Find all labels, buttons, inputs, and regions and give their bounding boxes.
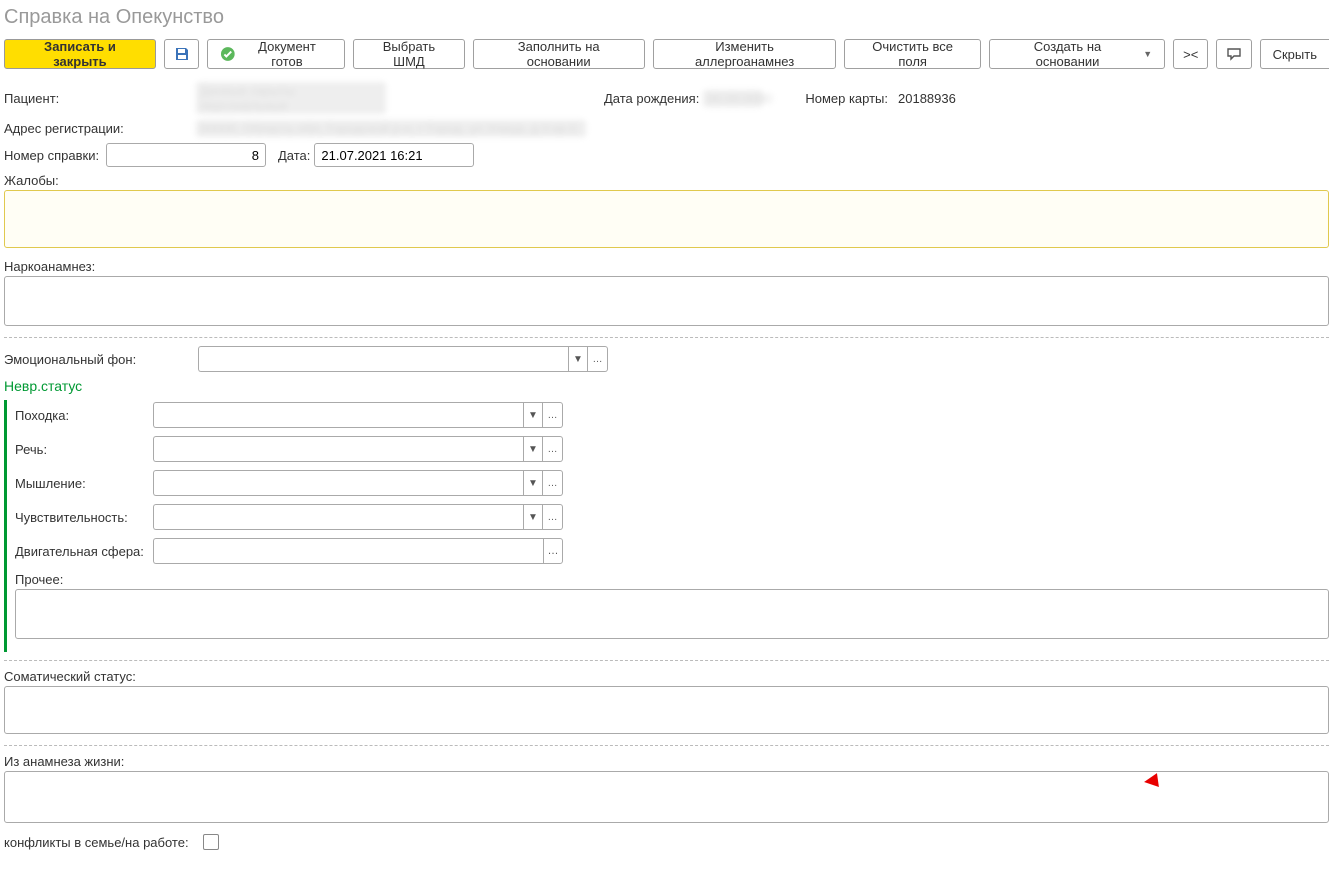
somatic-textarea[interactable] [4,686,1329,734]
emotional-input[interactable] [198,346,568,372]
chevron-down-icon: ▼ [528,444,538,455]
change-allergo-button[interactable]: Изменить аллергоанамнез [653,39,837,69]
chevron-down-icon: ▼ [528,478,538,489]
address-value: 00000, Область обл, Городской р-н, г Гор… [196,120,586,137]
sensitivity-more-button[interactable]: … [543,504,563,530]
save-close-button[interactable]: Записать и закрыть [4,39,156,69]
address-label: Адрес регистрации: [4,121,192,136]
cert-num-label: Номер справки: [4,148,102,163]
dob-label: Дата рождения: [604,91,699,106]
page-title: Справка на Опекунство [0,0,1333,39]
life-anamnesis-label: Из анамнеза жизни: [4,754,1329,769]
cert-date-input[interactable] [314,143,474,167]
card-value: 20188936 [898,91,956,106]
emotional-label: Эмоциональный фон: [4,352,194,367]
chevron-down-icon: ▼ [528,410,538,421]
choose-shmd-button[interactable]: Выбрать ШМД [353,39,465,69]
speech-combo: ▼ … [153,436,563,462]
emotional-dropdown-button[interactable]: ▼ [568,346,588,372]
motor-more-button[interactable]: … [543,538,563,564]
speech-row: Речь: ▼ … [15,436,1329,462]
emotional-more-button[interactable]: … [588,346,608,372]
gait-combo: ▼ … [153,402,563,428]
separator-2 [4,660,1329,661]
other-label: Прочее: [15,572,1329,587]
address-row: Адрес регистрации: 00000, Область обл, Г… [4,120,1329,137]
emotional-combo: ▼ … [198,346,608,372]
conflicts-checkbox[interactable] [203,834,219,850]
angle-button[interactable]: >< [1173,39,1208,69]
life-anamnesis-block: Из анамнеза жизни: [4,754,1329,826]
thinking-input[interactable] [153,470,523,496]
narco-block: Наркоанамнез: [4,259,1329,329]
patient-value: Данные скрыты персональные [196,82,386,114]
fill-based-button[interactable]: Заполнить на основании [473,39,645,69]
thinking-row: Мышление: ▼ … [15,470,1329,496]
narco-label: Наркоанамнез: [4,259,1329,274]
comment-button[interactable] [1216,39,1251,69]
gait-input[interactable] [153,402,523,428]
thinking-more-button[interactable]: … [543,470,563,496]
conflicts-row: конфликты в семье/на работе: [4,834,1329,850]
sensitivity-input[interactable] [153,504,523,530]
dob-value: 00.00.0000 [703,90,763,107]
other-textarea[interactable] [15,589,1329,639]
emotional-row: Эмоциональный фон: ▼ … [4,346,1329,372]
motor-label: Двигательная сфера: [15,544,147,559]
speech-input[interactable] [153,436,523,462]
motor-combo: … [153,538,563,564]
chevron-down-icon: ▼ [573,354,583,365]
complaints-textarea[interactable] [4,190,1329,248]
cert-date-label: Дата: [278,148,310,163]
hide-button[interactable]: Скрыть [1260,39,1329,69]
thinking-label: Мышление: [15,476,147,491]
motor-row: Двигательная сфера: … [15,538,1329,564]
motor-input[interactable] [153,538,543,564]
other-block: Прочее: [15,572,1329,642]
create-based-label: Создать на основании [1002,39,1133,69]
cert-num-input[interactable] [106,143,266,167]
somatic-label: Соматический статус: [4,669,1329,684]
patient-label: Пациент: [4,91,192,106]
sensitivity-row: Чувствительность: ▼ … [15,504,1329,530]
speech-more-button[interactable]: … [543,436,563,462]
clear-all-button[interactable]: Очистить все поля [844,39,980,69]
complaints-label: Жалобы: [4,173,1329,188]
thinking-dropdown-button[interactable]: ▼ [523,470,543,496]
separator-3 [4,745,1329,746]
gait-label: Походка: [15,408,147,423]
patient-row: Пациент: Данные скрыты персональные Дата… [4,82,1329,114]
narco-textarea[interactable] [4,276,1329,326]
floppy-icon [174,46,190,62]
create-based-button[interactable]: Создать на основании ▼ [989,39,1165,69]
toolbar: Записать и закрыть Документ готов Выбрат… [0,39,1333,78]
cert-row: Номер справки: Дата: [4,143,1329,167]
somatic-block: Соматический статус: [4,669,1329,737]
life-anamnesis-textarea[interactable] [4,771,1329,823]
conflicts-label: конфликты в семье/на работе: [4,835,189,850]
separator [4,337,1329,338]
card-label: Номер карты: [805,91,888,106]
cursor-arrow-icon [1143,773,1159,789]
save-button[interactable] [164,39,199,69]
neuro-block: Походка: ▼ … Речь: ▼ … Мышление: ▼ … [4,400,1329,652]
sensitivity-dropdown-button[interactable]: ▼ [523,504,543,530]
speech-label: Речь: [15,442,147,457]
speech-dropdown-button[interactable]: ▼ [523,436,543,462]
form-content: Пациент: Данные скрыты персональные Дата… [0,78,1333,876]
thinking-combo: ▼ … [153,470,563,496]
speech-bubble-icon [1226,46,1242,62]
gait-row: Походка: ▼ … [15,402,1329,428]
gait-more-button[interactable]: … [543,402,563,428]
chevron-down-icon: ▼ [528,512,538,523]
gait-dropdown-button[interactable]: ▼ [523,402,543,428]
chevron-down-icon: ▼ [1143,49,1152,59]
doc-ready-label: Документ готов [242,39,332,69]
neuro-section-title: Невр.статус [4,378,1329,394]
complaints-block: Жалобы: [4,173,1329,251]
sensitivity-combo: ▼ … [153,504,563,530]
check-circle-icon [220,46,236,62]
sensitivity-label: Чувствительность: [15,510,147,525]
doc-ready-button[interactable]: Документ готов [207,39,345,69]
